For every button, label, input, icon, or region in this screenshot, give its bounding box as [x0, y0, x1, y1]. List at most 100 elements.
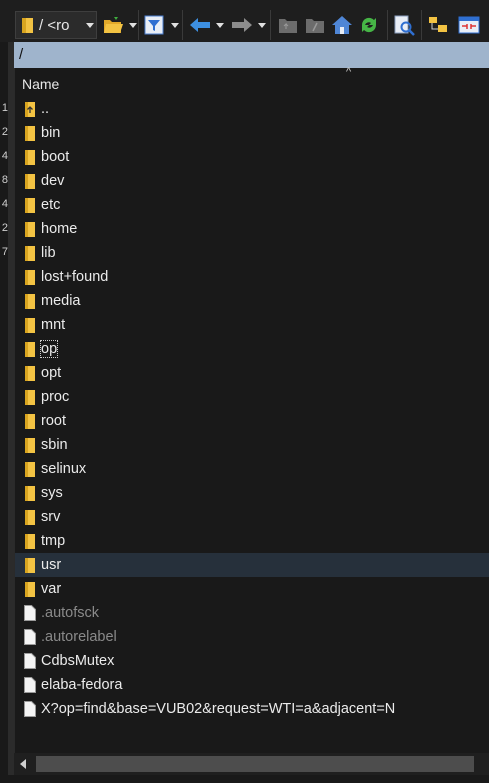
- item-name: usr: [41, 557, 62, 573]
- filter-icon[interactable]: [143, 14, 165, 36]
- item-name: dev: [41, 173, 65, 189]
- item-name: boot: [41, 149, 70, 165]
- folder-row[interactable]: var: [15, 577, 489, 601]
- item-name: lib: [41, 245, 56, 261]
- drive-selector[interactable]: / <ro: [15, 11, 97, 39]
- scroll-left-icon[interactable]: [20, 759, 26, 769]
- item-name: root: [41, 413, 66, 429]
- folder-row[interactable]: srv: [15, 505, 489, 529]
- folder-icon: [25, 558, 35, 573]
- folder-row[interactable]: usr: [15, 553, 489, 577]
- folder-row[interactable]: proc: [15, 385, 489, 409]
- folder-row[interactable]: opt: [15, 361, 489, 385]
- item-name: op: [39, 340, 59, 358]
- tree-view-icon[interactable]: [427, 13, 449, 37]
- item-name: CdbsMutex: [41, 653, 115, 669]
- file-icon: [24, 605, 36, 621]
- folder-row[interactable]: selinux: [15, 457, 489, 481]
- compare-icon[interactable]: [457, 13, 481, 37]
- folder-row[interactable]: dev: [15, 169, 489, 193]
- item-name: srv: [41, 509, 61, 525]
- item-name: lost+found: [41, 269, 109, 285]
- folder-up-icon[interactable]: [277, 14, 299, 36]
- file-row[interactable]: CdbsMutex: [15, 649, 489, 673]
- folder-icon: [25, 150, 35, 165]
- file-icon: [24, 701, 36, 717]
- folder-icon: [25, 390, 35, 405]
- item-name: elaba-fedora: [41, 677, 123, 693]
- refresh-icon[interactable]: [358, 13, 380, 37]
- row-number: 1: [1, 102, 8, 114]
- folder-row[interactable]: home: [15, 217, 489, 241]
- file-icon: [24, 629, 36, 645]
- back-arrow-icon[interactable]: [188, 14, 212, 36]
- folder-row[interactable]: lib: [15, 241, 489, 265]
- folder-icon: [25, 534, 35, 549]
- folder-icon: [22, 17, 33, 33]
- folder-icon: [25, 486, 35, 501]
- chevron-down-icon[interactable]: [258, 23, 266, 28]
- folder-row[interactable]: op: [15, 337, 489, 361]
- folder-icon: [25, 198, 35, 213]
- file-row[interactable]: X?op=find&base=VUB02&request=WTI=a&adjac…: [15, 697, 489, 721]
- row-number: 4: [1, 150, 8, 162]
- folder-root-icon[interactable]: [304, 14, 326, 36]
- item-name: etc: [41, 197, 61, 213]
- forward-arrow-icon[interactable]: [230, 14, 254, 36]
- file-icon: [24, 677, 36, 693]
- item-name: bin: [41, 125, 61, 141]
- column-header-name[interactable]: Name: [22, 76, 59, 92]
- file-row[interactable]: elaba-fedora: [15, 673, 489, 697]
- file-list[interactable]: ^ Name .. bin boot dev etc home lib lost+found m…: [14, 66, 489, 753]
- item-name: X?op=find&base=VUB02&request=WTI=a&adjac…: [41, 701, 396, 717]
- row-number: 8: [1, 174, 8, 186]
- folder-icon: [25, 366, 35, 381]
- item-name: proc: [41, 389, 70, 405]
- item-name: var: [41, 581, 62, 597]
- item-name: ..: [41, 101, 50, 117]
- folder-row[interactable]: lost+found: [15, 265, 489, 289]
- status-strip: [0, 775, 489, 783]
- row-number: 2: [1, 126, 8, 138]
- folder-row[interactable]: media: [15, 289, 489, 313]
- row-number: 4: [1, 198, 8, 210]
- column-header-row: ^ Name: [15, 66, 489, 98]
- open-folder-icon[interactable]: [101, 14, 125, 36]
- folder-icon: [25, 510, 35, 525]
- folder-row[interactable]: bin: [15, 121, 489, 145]
- folder-row[interactable]: root: [15, 409, 489, 433]
- folder-icon: [25, 222, 35, 237]
- item-name: media: [41, 293, 81, 309]
- scrollbar-thumb[interactable]: [36, 756, 474, 772]
- find-files-icon[interactable]: [393, 13, 415, 37]
- folder-icon: [25, 174, 35, 189]
- folder-icon: [25, 270, 35, 285]
- folder-icon: [25, 582, 35, 597]
- item-name: sys: [41, 485, 63, 501]
- folder-row[interactable]: ..: [15, 97, 489, 121]
- folder-row[interactable]: sbin: [15, 433, 489, 457]
- chevron-down-icon[interactable]: [129, 23, 137, 28]
- current-path-bar[interactable]: /: [14, 42, 489, 68]
- folder-icon: [25, 294, 35, 309]
- folder-row[interactable]: boot: [15, 145, 489, 169]
- row-number: 7: [1, 246, 8, 258]
- item-name: home: [41, 221, 78, 237]
- chevron-down-icon[interactable]: [216, 23, 224, 28]
- file-row[interactable]: .autorelabel: [15, 625, 489, 649]
- chevron-down-icon[interactable]: [171, 23, 179, 28]
- folder-row[interactable]: sys: [15, 481, 489, 505]
- folder-icon: [25, 126, 35, 141]
- folder-row[interactable]: etc: [15, 193, 489, 217]
- horizontal-scrollbar[interactable]: [14, 753, 489, 775]
- folder-icon: [25, 342, 35, 357]
- folder-row[interactable]: mnt: [15, 313, 489, 337]
- file-row[interactable]: .autofsck: [15, 601, 489, 625]
- drive-label: / <ro: [39, 16, 70, 34]
- chevron-down-icon[interactable]: [86, 23, 94, 28]
- file-icon: [24, 653, 36, 669]
- sort-ascending-icon: ^: [346, 66, 352, 78]
- folder-row[interactable]: tmp: [15, 529, 489, 553]
- home-icon[interactable]: [331, 13, 353, 37]
- folder-icon: [25, 246, 35, 261]
